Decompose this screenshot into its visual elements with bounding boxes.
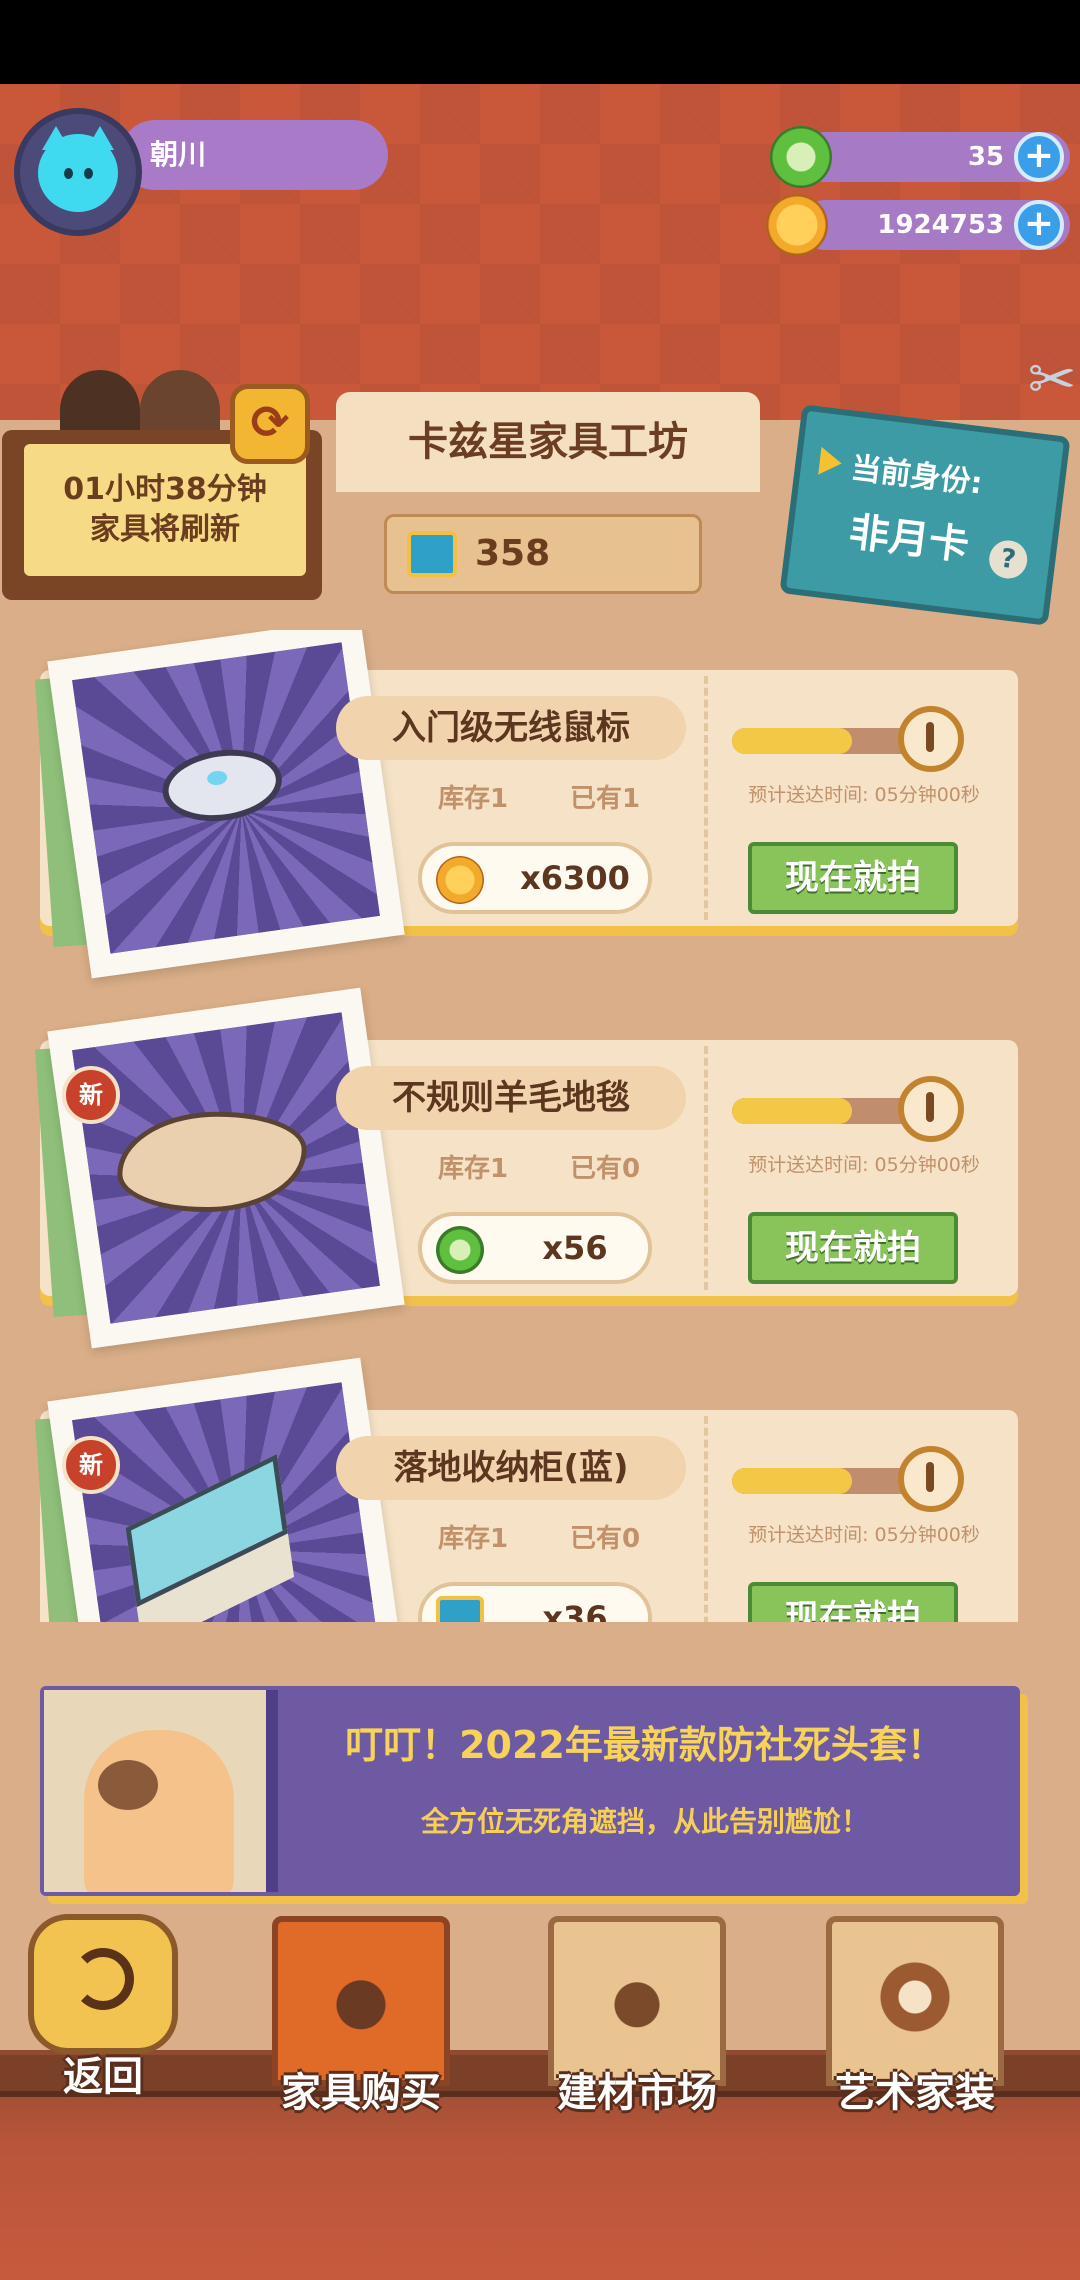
ticket-icon <box>436 1596 484 1622</box>
tab-materials-label: 建材市场 <box>557 2070 717 2116</box>
back-label: 返回 <box>63 2054 143 2100</box>
add-gems-button[interactable]: + <box>1014 132 1064 182</box>
banner-divider <box>266 1690 278 1892</box>
buy-now-button[interactable]: 现在就拍 <box>748 1582 958 1622</box>
buy-now-button[interactable]: 现在就拍 <box>748 842 958 914</box>
tab-art-label: 艺术家装 <box>835 2070 995 2116</box>
identity-label: 当前身份: <box>849 450 985 502</box>
new-badge: 新 <box>62 1436 120 1494</box>
item-owned: 已有0 <box>570 1154 641 1184</box>
gift-box-icon <box>322 1958 400 2036</box>
flag-icon <box>818 446 844 478</box>
list-item: 新 不规则羊毛地毯 库存1 已有0 x56 预计送达时间: 05分钟00秒 现在… <box>34 987 1018 1349</box>
status-bar <box>0 0 1080 84</box>
cat-mascot-icon <box>44 1690 266 1892</box>
item-stock: 库存1 <box>438 1524 509 1554</box>
item-price: x6300 <box>520 859 630 897</box>
item-price: x36 <box>542 1599 608 1622</box>
orange-planet-coin-icon <box>436 856 484 904</box>
buy-now-button[interactable]: 现在就拍 <box>748 1212 958 1284</box>
green-donut-icon <box>436 1226 484 1274</box>
progress-fill <box>732 1468 852 1494</box>
cat-avatar-icon <box>38 126 118 212</box>
price-tag: x56 <box>418 1212 652 1284</box>
item-name: 落地收纳柜(蓝) <box>336 1436 686 1500</box>
price-tag: x6300 <box>418 842 652 914</box>
orange-planet-coin-icon <box>766 194 828 256</box>
list-item: 入门级无线鼠标 库存1 已有1 x6300 预计送达时间: 05分钟00秒 现在… <box>34 630 1018 979</box>
price-tag: x36 <box>418 1582 652 1622</box>
ticket-counter: 358 <box>384 514 702 594</box>
item-list[interactable]: 入门级无线鼠标 库存1 已有1 x6300 预计送达时间: 05分钟00秒 现在… <box>0 630 1080 1622</box>
progress-fill <box>732 728 852 754</box>
avatar[interactable] <box>14 108 142 236</box>
refresh-caption: 家具将刷新 <box>90 512 240 547</box>
item-owned: 已有0 <box>570 1524 641 1554</box>
promo-banner[interactable]: 叮叮！2022年最新款防社死头套！ 全方位无死角遮挡，从此告别尴尬！ <box>40 1686 1020 1896</box>
delivery-eta: 预计送达时间: 05分钟00秒 <box>748 1154 980 1176</box>
paint-bucket-icon <box>598 1958 676 2036</box>
refresh-countdown: 01小时38分钟 <box>63 472 267 507</box>
item-stock: 库存1 <box>438 1154 509 1184</box>
identity-value: 非月卡 <box>846 509 972 570</box>
green-donut-icon <box>770 126 832 188</box>
clock-icon <box>898 706 964 772</box>
clock-icon <box>898 1076 964 1142</box>
add-coins-button[interactable]: + <box>1014 200 1064 250</box>
banner-subtitle: 全方位无死角遮挡，从此告别尴尬！ <box>420 1805 869 1838</box>
ticket-icon <box>407 531 457 577</box>
item-photo[interactable] <box>47 987 405 1349</box>
delivery-eta: 预计送达时间: 05分钟00秒 <box>748 1524 980 1546</box>
list-item: 新 落地收纳柜(蓝) 库存1 已有0 x36 预计送达时间: 05分钟00秒 现… <box>34 1357 1018 1622</box>
back-arrow-icon <box>72 1948 134 2010</box>
back-button[interactable] <box>28 1914 178 2054</box>
item-stock: 库存1 <box>438 784 509 814</box>
item-name: 不规则羊毛地毯 <box>336 1066 686 1130</box>
player-name: 朝川 <box>120 120 388 190</box>
cats-decoration <box>60 360 230 440</box>
item-owned: 已有1 <box>570 784 641 814</box>
avatar-eye <box>84 168 93 179</box>
tab-furniture-label: 家具购买 <box>281 2070 441 2116</box>
item-name: 入门级无线鼠标 <box>336 696 686 760</box>
scissors-icon[interactable]: ✂ <box>1024 344 1080 414</box>
star-badge-icon <box>876 1958 954 2036</box>
new-badge: 新 <box>62 1066 120 1124</box>
delivery-eta: 预计送达时间: 05分钟00秒 <box>748 784 980 806</box>
ticket-count: 358 <box>475 533 551 574</box>
avatar-eye <box>64 168 73 179</box>
identity-card[interactable]: 当前身份: 非月卡 ? <box>779 404 1071 626</box>
item-photo[interactable] <box>47 630 405 979</box>
refresh-button[interactable]: ⟳ <box>230 384 310 464</box>
clock-icon <box>898 1446 964 1512</box>
banner-title: 叮叮！2022年最新款防社死头套！ <box>345 1723 945 1767</box>
page-title: 卡兹星家具工坊 <box>336 392 760 492</box>
progress-fill <box>732 1098 852 1124</box>
help-icon[interactable]: ? <box>987 538 1030 581</box>
item-price: x56 <box>542 1229 608 1267</box>
